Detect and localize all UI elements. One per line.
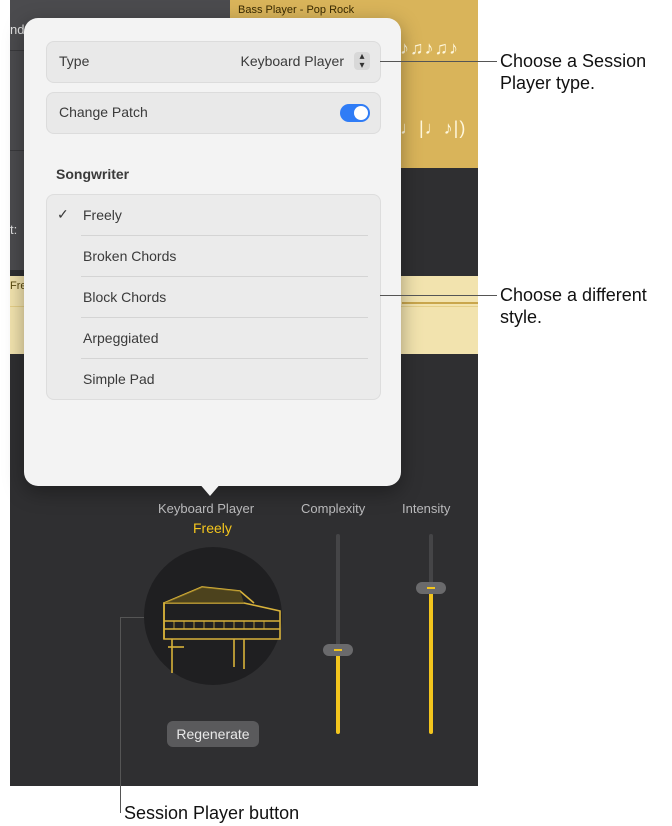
button-callout-text: Session Player button bbox=[124, 803, 300, 823]
region-title: Bass Player - Pop Rock bbox=[238, 4, 355, 16]
style-callout-leader bbox=[380, 295, 497, 296]
style-item-freely[interactable]: ✓ Freely bbox=[47, 195, 380, 236]
region-notes: ♪♫♪♫♪ bbox=[400, 38, 459, 58]
style-label: Block Chords bbox=[83, 289, 167, 305]
chevron-updown-icon[interactable]: ▴ ▾ bbox=[354, 52, 370, 71]
type-value[interactable]: Keyboard Player bbox=[240, 53, 344, 69]
style-label: Simple Pad bbox=[83, 371, 155, 387]
regenerate-button[interactable]: Regenerate bbox=[167, 721, 259, 747]
style-label: Arpeggiated bbox=[83, 330, 159, 346]
region-note-line bbox=[402, 302, 478, 304]
intensity-label: Intensity bbox=[402, 501, 451, 516]
type-callout-leader bbox=[380, 61, 497, 62]
change-patch-toggle[interactable] bbox=[340, 104, 370, 122]
complexity-slider-handle[interactable] bbox=[323, 644, 353, 656]
songwriter-heading: Songwriter bbox=[56, 166, 130, 182]
style-item-block-chords[interactable]: Block Chords bbox=[47, 277, 380, 318]
player-style-label: Freely bbox=[193, 520, 232, 536]
session-player-button[interactable] bbox=[144, 547, 282, 685]
style-label: Freely bbox=[83, 207, 122, 223]
player-name-label: Keyboard Player bbox=[158, 501, 255, 516]
change-patch-label: Change Patch bbox=[59, 104, 148, 120]
button-callout-leader-h bbox=[120, 617, 144, 618]
region-notes: ♩|♩♪|) bbox=[400, 118, 467, 138]
handle-indicator bbox=[427, 587, 435, 589]
type-row[interactable]: Type Keyboard Player ▴ ▾ bbox=[46, 41, 381, 83]
session-player-popover: Type Keyboard Player ▴ ▾ Change Patch Son… bbox=[24, 18, 401, 486]
toggle-knob bbox=[354, 106, 368, 120]
style-label: Broken Chords bbox=[83, 248, 177, 264]
popover-arrow bbox=[198, 482, 222, 496]
complexity-slider-fill bbox=[336, 650, 340, 734]
grand-piano-icon bbox=[163, 586, 281, 673]
change-patch-row: Change Patch bbox=[46, 92, 381, 134]
handle-indicator bbox=[334, 649, 342, 651]
inspector-label-partial: t: bbox=[10, 222, 18, 237]
intensity-slider-fill bbox=[429, 588, 433, 734]
button-callout-leader-v bbox=[120, 617, 121, 813]
style-item-broken-chords[interactable]: Broken Chords bbox=[47, 236, 380, 277]
checkmark-icon: ✓ bbox=[57, 206, 69, 222]
track-label-partial: nd bbox=[10, 22, 25, 37]
style-item-simple-pad[interactable]: Simple Pad bbox=[47, 359, 380, 400]
complexity-label: Complexity bbox=[301, 501, 366, 516]
style-list: ✓ Freely Broken Chords Block Chords Arpe… bbox=[46, 194, 381, 400]
type-label: Type bbox=[59, 53, 90, 69]
type-callout-text: Choose a Session Player type. bbox=[500, 51, 647, 93]
style-callout-text: Choose a different style. bbox=[500, 285, 647, 327]
intensity-slider-handle[interactable] bbox=[416, 582, 446, 594]
style-item-arpeggiated[interactable]: Arpeggiated bbox=[47, 318, 380, 359]
